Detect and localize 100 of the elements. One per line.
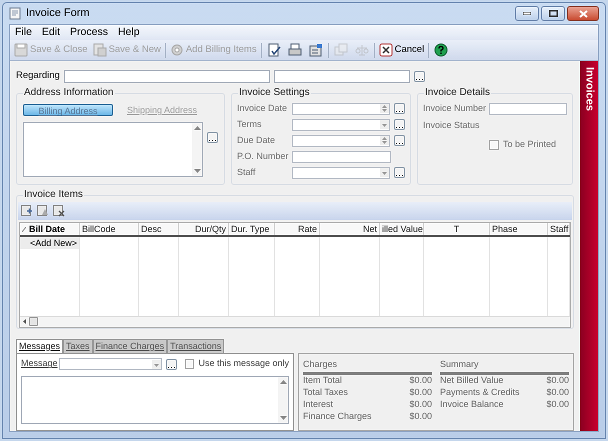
section-title: Charges xyxy=(303,358,432,376)
bottom-tab[interactable]: Messages xyxy=(16,338,64,353)
field-label: Invoice Date xyxy=(237,102,288,115)
dropdown-icon xyxy=(152,360,161,369)
settings-field[interactable] xyxy=(292,102,390,114)
toolbar-button[interactable]: Cancel xyxy=(378,42,426,58)
bottom-tab[interactable]: Transactions xyxy=(167,338,224,353)
total-value: $0.00 xyxy=(409,374,432,388)
copy-icon xyxy=(334,43,348,57)
minimize-icon xyxy=(523,12,531,15)
spin-icon[interactable] xyxy=(380,104,389,113)
scroll-down-icon[interactable] xyxy=(194,169,200,173)
scroll-down-icon[interactable] xyxy=(280,416,286,420)
side-tab[interactable]: Invoices xyxy=(580,61,598,431)
field-label: Regarding xyxy=(16,68,60,83)
column-header[interactable]: Phase xyxy=(490,223,548,236)
scroll-up-icon[interactable] xyxy=(280,380,286,384)
settings-field[interactable] xyxy=(292,118,390,130)
add-icon xyxy=(20,205,32,218)
document-icon xyxy=(308,43,323,57)
group-title: Invoice Settings xyxy=(238,87,311,99)
items-tool-button[interactable] xyxy=(20,204,33,218)
menu-item[interactable]: Edit xyxy=(42,24,60,40)
printer-icon xyxy=(288,43,302,57)
scroll-thumb[interactable] xyxy=(29,317,38,326)
total-label: Total Taxes xyxy=(303,386,348,400)
checkbox-label: To be Printed xyxy=(503,138,556,151)
column-header[interactable]: Dur/Qty xyxy=(179,223,229,236)
total-label: Finance Charges xyxy=(303,410,372,424)
close-icon xyxy=(378,43,393,57)
column-header[interactable]: T xyxy=(424,223,490,236)
lookup-button[interactable] xyxy=(207,132,218,143)
field-label: Invoice Status xyxy=(423,118,481,132)
column-header[interactable]: Net xyxy=(320,223,380,236)
horizontal-scrollbar[interactable] xyxy=(20,316,570,327)
field-label: Staff xyxy=(237,166,256,179)
total-label: Invoice Balance xyxy=(440,398,504,412)
bottom-tab[interactable]: Taxes xyxy=(63,338,93,353)
column-header[interactable]: BillCode xyxy=(80,223,139,236)
scroll-up-icon[interactable] xyxy=(194,126,200,130)
message-text-area[interactable] xyxy=(21,376,289,424)
maximize-icon xyxy=(548,10,558,17)
help-icon xyxy=(434,43,448,57)
scale-icon xyxy=(354,43,369,57)
checkbox[interactable] xyxy=(184,359,194,370)
maximize-button[interactable] xyxy=(541,6,565,21)
form-icon xyxy=(9,7,22,20)
column-header[interactable]: Rate xyxy=(275,223,320,236)
lookup-button[interactable] xyxy=(414,70,425,82)
lookup-button[interactable] xyxy=(394,103,405,114)
lookup-button[interactable] xyxy=(166,358,177,370)
close-button[interactable] xyxy=(567,6,599,21)
settings-field[interactable] xyxy=(292,134,390,146)
total-value: $0.00 xyxy=(409,386,432,400)
checklist-icon xyxy=(266,43,281,57)
field-label: Invoice Number xyxy=(423,102,485,115)
total-value: $0.00 xyxy=(546,386,569,400)
bottom-tab[interactable]: Finance Charges xyxy=(92,338,168,353)
edit-icon xyxy=(36,205,48,218)
column-header[interactable]: Staff xyxy=(548,223,570,236)
lookup-button[interactable] xyxy=(394,119,405,130)
total-label: Item Total xyxy=(303,374,342,388)
lookup-button[interactable] xyxy=(394,135,405,146)
toolbar-button[interactable] xyxy=(432,42,450,58)
lookup-button[interactable] xyxy=(394,167,405,178)
items-tool-button[interactable] xyxy=(36,204,49,218)
toolbar-button[interactable] xyxy=(286,42,304,58)
close-icon xyxy=(578,10,588,18)
total-label: Payments & Credits xyxy=(440,386,520,400)
dropdown-icon[interactable] xyxy=(380,120,389,129)
total-value: $0.00 xyxy=(546,398,569,412)
total-value: $0.00 xyxy=(546,374,569,388)
settings-field[interactable] xyxy=(292,150,391,162)
section-title: Summary xyxy=(440,358,569,376)
menu-item[interactable]: File xyxy=(15,24,32,40)
column-header[interactable]: Bill Date xyxy=(20,223,80,236)
scroll-left-icon[interactable] xyxy=(23,319,26,324)
spin-icon[interactable] xyxy=(380,136,389,145)
checkbox-label: Use this message only xyxy=(198,357,289,370)
field-label: Due Date xyxy=(237,134,276,147)
new-row-cell[interactable]: <Add New> xyxy=(20,237,79,250)
column-header[interactable]: illed Value xyxy=(380,223,424,236)
menu-item[interactable]: Help xyxy=(118,24,140,40)
menu-item[interactable]: Process xyxy=(70,24,108,40)
minimize-button[interactable] xyxy=(515,6,539,21)
column-header[interactable]: Dur. Type xyxy=(229,223,275,236)
column-header[interactable]: Desc xyxy=(139,223,179,236)
regarding-field[interactable] xyxy=(64,70,270,82)
side-tab-label: Invoices xyxy=(582,67,596,112)
sort-icon xyxy=(22,226,26,232)
details-field[interactable] xyxy=(489,102,567,114)
dropdown-icon[interactable] xyxy=(380,168,389,177)
checkbox[interactable] xyxy=(489,140,499,150)
delete-icon xyxy=(52,205,64,218)
items-tool-button[interactable] xyxy=(52,204,65,218)
field-label: Terms xyxy=(237,118,262,131)
total-label: Net Billed Value xyxy=(440,374,504,388)
regarding-detail-field[interactable] xyxy=(274,70,410,82)
settings-field[interactable] xyxy=(292,166,390,178)
toolbar-button[interactable] xyxy=(306,42,325,58)
